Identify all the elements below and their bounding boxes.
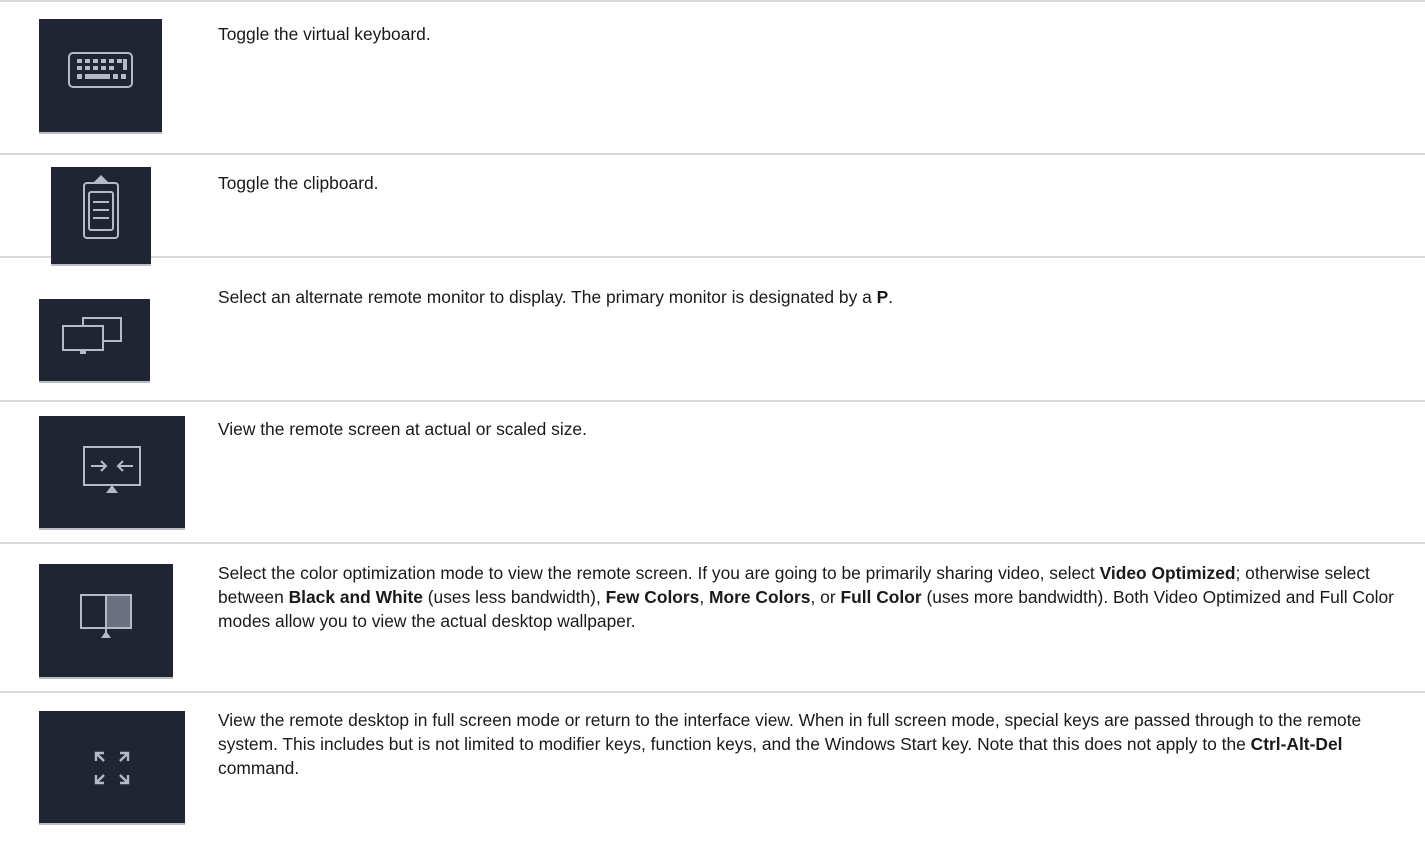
table-row: Toggle the virtual keyboard. — [0, 2, 1425, 155]
text-segment: View the remote screen at actual or scal… — [218, 419, 587, 439]
row-description: Toggle the clipboard. — [218, 171, 1408, 195]
bold-term: Few Colors — [605, 587, 700, 607]
row-description: Select an alternate remote monitor to di… — [218, 285, 1408, 309]
text-segment: Toggle the virtual keyboard. — [218, 24, 431, 44]
text-segment: Select the color optimization mode to vi… — [218, 563, 1100, 583]
clipboard-icon — [51, 167, 151, 266]
row-description: Select the color optimization mode to vi… — [218, 561, 1408, 633]
table-row: Select the color optimization mode to vi… — [0, 544, 1425, 693]
text-segment: (uses less bandwidth), — [422, 587, 606, 607]
bold-term: P — [876, 287, 889, 307]
bold-term: Ctrl-Alt-Del — [1250, 734, 1343, 754]
table-row: Toggle the clipboard. — [0, 155, 1425, 266]
text-segment: Toggle the clipboard. — [218, 173, 379, 193]
icon-reference-table: Toggle the virtual keyboard. Toggle the … — [0, 0, 1425, 840]
row-description: View the remote screen at actual or scal… — [218, 417, 1408, 441]
table-row: View the remote desktop in full screen m… — [0, 693, 1425, 842]
bold-term: Video Optimized — [1099, 563, 1236, 583]
table-row: View the remote screen at actual or scal… — [0, 402, 1425, 544]
row-description: Toggle the virtual keyboard. — [218, 22, 1408, 46]
scale-screen-icon — [39, 416, 185, 530]
text-segment: View the remote desktop in full screen m… — [218, 710, 1362, 754]
monitors-icon — [39, 299, 150, 383]
table-row: Select an alternate remote monitor to di… — [0, 258, 1425, 402]
bold-term: More Colors — [709, 587, 811, 607]
bold-term: Full Color — [840, 587, 922, 607]
row-description: View the remote desktop in full screen m… — [218, 708, 1408, 780]
color-mode-icon — [39, 564, 173, 679]
text-segment: , or — [810, 587, 841, 607]
fullscreen-icon — [39, 711, 185, 825]
text-segment: Select an alternate remote monitor to di… — [218, 287, 877, 307]
keyboard-icon — [39, 19, 162, 134]
text-segment: . — [888, 287, 894, 307]
text-segment: command. — [218, 758, 300, 778]
text-segment: , — [699, 587, 710, 607]
bold-term: Black and White — [288, 587, 423, 607]
